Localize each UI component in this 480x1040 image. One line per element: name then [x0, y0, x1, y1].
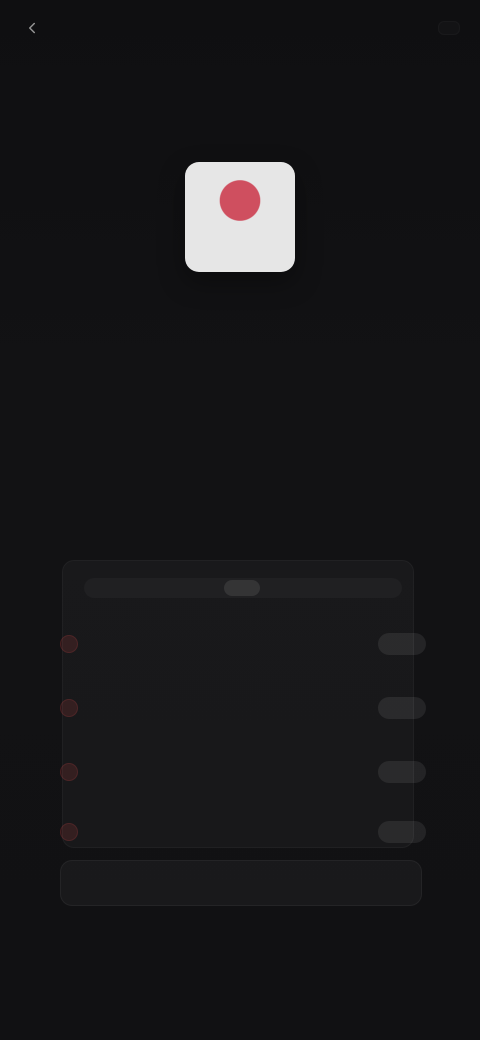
top-action-button[interactable]: [438, 21, 460, 35]
row-pill[interactable]: [378, 633, 426, 655]
segmented-control[interactable]: [84, 578, 402, 598]
row-1[interactable]: [60, 618, 426, 670]
row-4[interactable]: [60, 806, 426, 858]
row-2[interactable]: [60, 682, 426, 734]
back-button[interactable]: [20, 16, 54, 40]
row-3[interactable]: [60, 746, 426, 798]
top-bar: [0, 0, 480, 56]
status-dot-icon: [60, 699, 78, 717]
chevron-left-icon: [20, 16, 44, 40]
screen: [0, 0, 480, 1040]
row-pill[interactable]: [378, 821, 426, 843]
row-pill[interactable]: [378, 697, 426, 719]
app-icon: [185, 162, 295, 272]
segmented-knob: [224, 580, 260, 596]
primary-button[interactable]: [60, 860, 422, 906]
section-info: [48, 326, 432, 352]
status-dot-icon: [60, 823, 78, 841]
row-pill[interactable]: [378, 761, 426, 783]
status-dot-icon: [60, 763, 78, 781]
status-dot-icon: [60, 635, 78, 653]
block-header: [78, 450, 402, 460]
